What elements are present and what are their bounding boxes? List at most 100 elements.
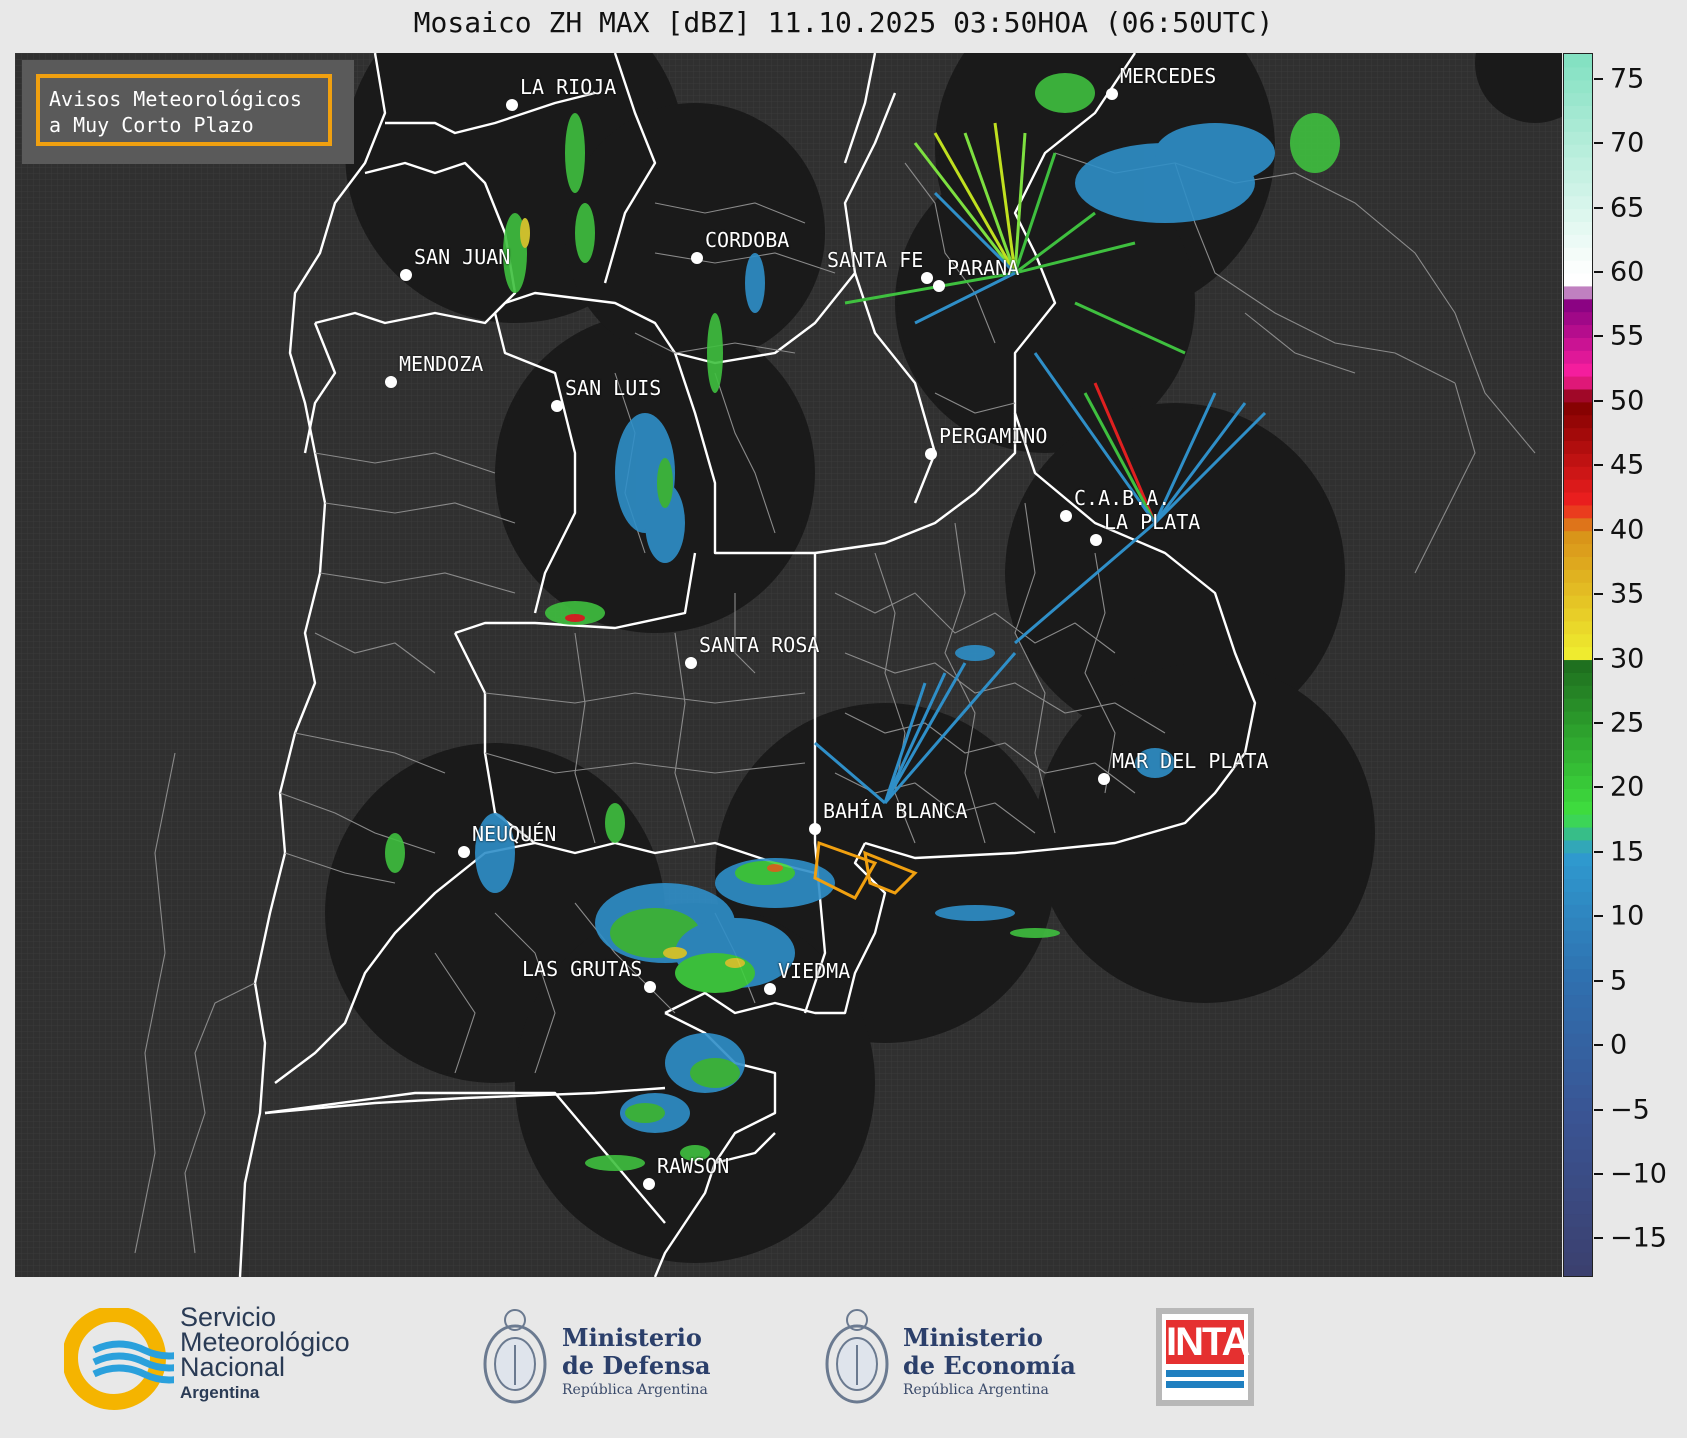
- city-label: PARANA: [947, 256, 1020, 280]
- colorbar-segment: [1564, 775, 1592, 789]
- colorbar-segment: [1564, 827, 1592, 841]
- city-label: C.A.B.A.: [1074, 486, 1171, 510]
- colorbar-segment: [1564, 633, 1592, 648]
- colorbar-tick: [1594, 1237, 1603, 1240]
- colorbar-segment: [1564, 247, 1592, 261]
- colorbar-tick: [1594, 786, 1603, 789]
- colorbar-segment: [1564, 608, 1592, 622]
- colorbar-segment: [1564, 1265, 1592, 1276]
- city-marker[interactable]: [551, 400, 563, 412]
- colorbar-segment: [1564, 917, 1592, 931]
- defensa-line-2: de Defensa: [562, 1351, 711, 1380]
- colorbar-segment: [1564, 659, 1592, 673]
- colorbar-tick-label: 5: [1610, 965, 1628, 997]
- city-marker[interactable]: [1098, 773, 1110, 785]
- colorbar-segment: [1564, 376, 1592, 390]
- city-marker[interactable]: [764, 983, 776, 995]
- city-marker[interactable]: [1106, 88, 1118, 100]
- city-marker[interactable]: [400, 269, 412, 281]
- city-marker[interactable]: [809, 823, 821, 835]
- warning-notice-panel[interactable]: Avisos Meteorológicos a Muy Corto Plazo: [22, 60, 354, 164]
- colorbar-segment: [1564, 1252, 1592, 1266]
- colorbar-tick: [1594, 399, 1603, 402]
- city-label: VIEDMA: [778, 959, 851, 983]
- colorbar-tick: [1594, 528, 1603, 531]
- colorbar-segment: [1564, 1097, 1592, 1112]
- colorbar-tick: [1594, 593, 1603, 596]
- colorbar-tick-label: 45: [1610, 449, 1645, 481]
- colorbar-segment: [1564, 1187, 1592, 1202]
- colorbar-segment: [1564, 221, 1592, 235]
- inta-wordmark: INTA: [1166, 1320, 1250, 1364]
- colorbar-segment: [1564, 1033, 1592, 1047]
- colorbar-segment: [1564, 298, 1592, 313]
- city-marker[interactable]: [933, 280, 945, 292]
- radar-map[interactable]: LA RIOJA SAN JUAN CORDOBA SANTA FE PARANA MER…: [15, 53, 1562, 1277]
- colorbar-segment: [1564, 1084, 1592, 1099]
- colorbar-tick-label: 55: [1610, 320, 1645, 352]
- notice-line-2: a Muy Corto Plazo: [49, 113, 254, 137]
- city-label: MAR DEL PLATA: [1112, 749, 1269, 773]
- colorbar-segment: [1564, 105, 1592, 119]
- city-marker[interactable]: [1060, 510, 1072, 522]
- colorbar-segment: [1564, 904, 1592, 918]
- colorbar-segment: [1564, 118, 1592, 132]
- city-marker[interactable]: [458, 846, 470, 858]
- defensa-coat-of-arms-icon: [483, 1309, 547, 1404]
- colorbar-tick-label: 75: [1610, 63, 1645, 95]
- colorbar-segment: [1564, 1123, 1592, 1137]
- city-marker[interactable]: [1090, 534, 1102, 546]
- economia-line-3: República Argentina: [903, 1382, 1049, 1398]
- warning-notice[interactable]: Avisos Meteorológicos a Muy Corto Plazo: [36, 74, 332, 146]
- city-marker[interactable]: [385, 376, 397, 388]
- colorbar-segment: [1564, 981, 1592, 996]
- city-marker[interactable]: [921, 272, 933, 284]
- colorbar-segment: [1564, 157, 1592, 171]
- colorbar-tick: [1594, 1172, 1603, 1175]
- colorbar-segment: [1564, 672, 1592, 686]
- colorbar-tick-label: 10: [1610, 900, 1645, 932]
- colorbar-segment: [1564, 182, 1592, 197]
- defensa-wordmark: Ministerio de Defensa República Argentin…: [562, 1324, 711, 1399]
- colorbar-segment: [1564, 1162, 1592, 1176]
- colorbar-segment: [1564, 440, 1592, 454]
- colorbar-tick: [1594, 979, 1603, 982]
- colorbar-segment: [1564, 1149, 1592, 1163]
- colorbar-segment: [1564, 1136, 1592, 1150]
- colorbar-segment: [1564, 698, 1592, 712]
- colorbar-segment: [1564, 1174, 1592, 1189]
- inta-stripe: [1166, 1381, 1244, 1388]
- colorbar-segment: [1564, 273, 1592, 287]
- colorbar-tick-label: 65: [1610, 192, 1645, 224]
- economia-line-2: de Economía: [903, 1351, 1076, 1380]
- colorbar-segment: [1564, 865, 1592, 880]
- colorbar-segment: [1564, 131, 1592, 145]
- colorbar-segment: [1564, 762, 1592, 777]
- smn-wordmark: Servicio Meteorológico Nacional Argentin…: [180, 1304, 350, 1403]
- city-label: BAHÍA BLANCA: [823, 799, 968, 823]
- colorbar-segment: [1564, 595, 1592, 609]
- colorbar-segment: [1564, 311, 1592, 326]
- city-marker[interactable]: [643, 1178, 655, 1190]
- colorbar-tick-label: −15: [1610, 1222, 1667, 1254]
- colorbar-tick: [1594, 1108, 1603, 1111]
- colorbar-segment: [1564, 788, 1592, 802]
- city-marker[interactable]: [925, 448, 937, 460]
- colorbar-tick-label: 0: [1610, 1029, 1628, 1061]
- colorbar-segment: [1564, 208, 1592, 222]
- colorbar-segment: [1564, 530, 1592, 545]
- colorbar-tick: [1594, 721, 1603, 724]
- city-marker[interactable]: [506, 99, 518, 111]
- city-marker[interactable]: [685, 657, 697, 669]
- colorbar-segment: [1564, 685, 1592, 699]
- colorbar-segment: [1564, 195, 1592, 210]
- city-marker[interactable]: [644, 981, 656, 993]
- city-label: SANTA FE: [827, 248, 924, 272]
- colorbar-segment: [1564, 79, 1592, 94]
- city-marker[interactable]: [691, 252, 703, 264]
- city-label: MENDOZA: [399, 352, 484, 376]
- colorbar-segment: [1564, 620, 1592, 635]
- colorbar-segment: [1564, 363, 1592, 377]
- colorbar-tick: [1594, 850, 1603, 853]
- city-label: LA PLATA: [1104, 510, 1201, 534]
